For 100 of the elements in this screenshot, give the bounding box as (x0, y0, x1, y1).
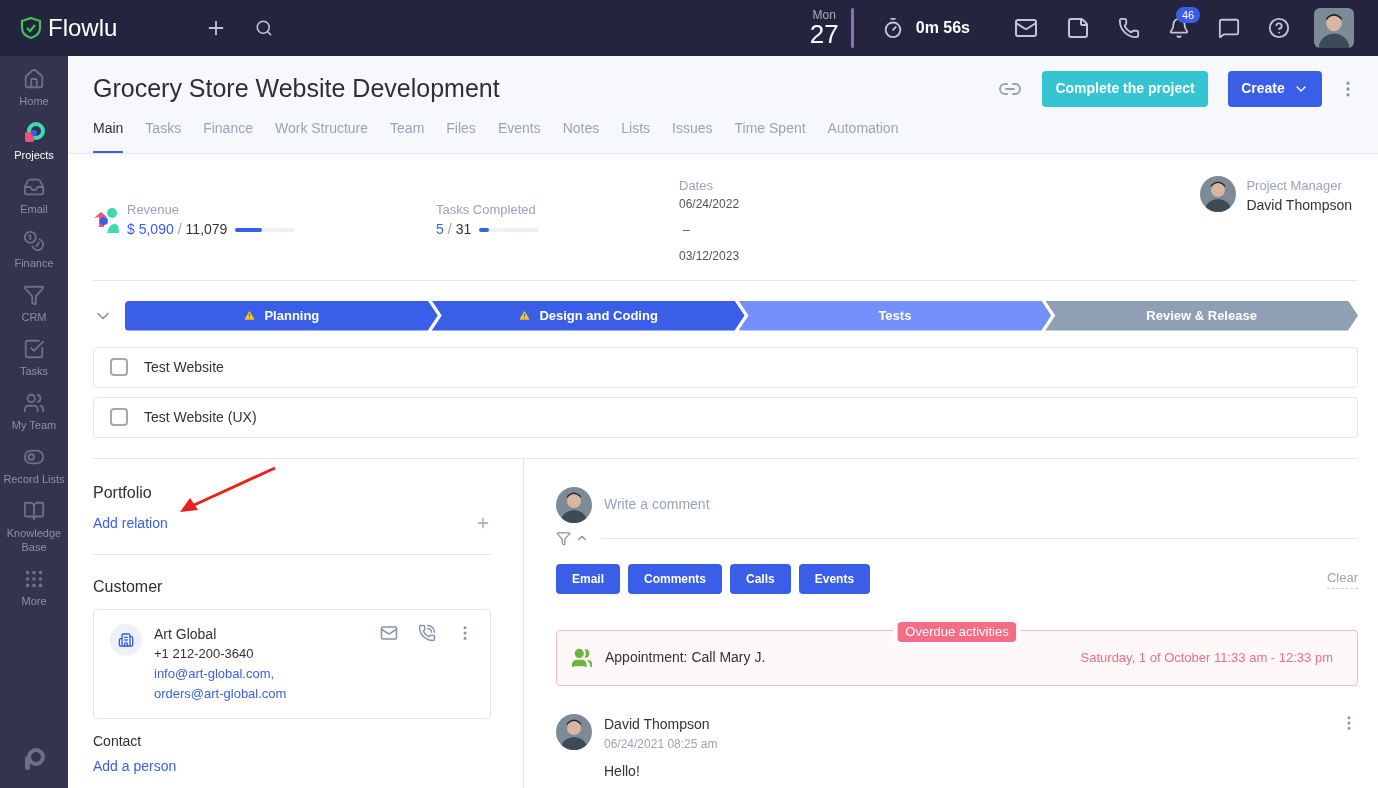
revenue-label: Revenue (127, 200, 181, 219)
warning-icon (518, 309, 532, 322)
tab[interactable]: Files (446, 113, 476, 153)
post-text: Hello! (604, 761, 641, 781)
separator: / (447, 220, 452, 239)
sidebar-item[interactable]: Email (0, 176, 68, 216)
filter-chip[interactable]: Events (798, 563, 871, 594)
start-date: 06/24/2022 (679, 196, 740, 213)
coins-icon (23, 230, 45, 252)
tab[interactable]: Automation (827, 113, 899, 153)
date-separator: – (683, 222, 691, 239)
complete-project-button[interactable]: Complete the project (1042, 70, 1208, 107)
sidebar-item[interactable]: Knowledge Base (0, 500, 68, 554)
sidebar-item[interactable]: Tasks (0, 338, 68, 378)
logo-text: Flowlu (48, 13, 118, 43)
tab[interactable]: Team (390, 113, 425, 153)
revenue-amount: $ 5,090 (127, 220, 174, 239)
projects-icon (23, 122, 45, 144)
weekday: Mon (812, 9, 836, 21)
building-icon (118, 631, 134, 648)
avatar (556, 486, 592, 523)
people-icon (23, 392, 45, 414)
checklist-label: Test Website (144, 357, 224, 377)
add-relation-link[interactable]: Add relation (93, 512, 168, 534)
checkbox-icon (23, 338, 45, 360)
filter-chip[interactable]: Calls (730, 563, 791, 594)
tab[interactable]: Lists (621, 113, 651, 153)
sidebar-item[interactable]: Home (0, 68, 68, 108)
end-date: 03/12/2023 (679, 248, 740, 265)
timer-text: 0m 56s (915, 18, 970, 38)
separator: / (177, 220, 182, 239)
checkbox[interactable] (110, 408, 128, 426)
help-icon[interactable] (1268, 17, 1290, 39)
notification-icon[interactable] (1168, 17, 1190, 39)
home-icon (23, 68, 45, 90)
warning-icon (243, 309, 257, 322)
filter-chip[interactable]: Comments (628, 563, 723, 594)
dates-label: Dates (679, 176, 714, 195)
sidebar-item[interactable]: Projects (0, 122, 68, 162)
search-icon[interactable] (255, 19, 274, 37)
checkbox[interactable] (110, 358, 128, 376)
funnel-icon (23, 284, 45, 306)
customer-title: Customer (93, 576, 164, 597)
logo-icon (20, 16, 42, 40)
brand-icon (23, 748, 45, 772)
contact-title: Contact (93, 731, 143, 751)
note-icon[interactable] (1066, 16, 1090, 40)
checklist-label: Test Website (UX) (144, 407, 257, 427)
manager-label: Project Manager (1246, 176, 1343, 195)
tasks-total: 31 (455, 220, 472, 239)
sidebar-item[interactable]: Record Lists (0, 446, 68, 486)
post-author: David Thompson (604, 714, 711, 734)
appointment-title: Appointment: Call Mary J. (605, 648, 766, 667)
tab[interactable]: Work Structure (274, 113, 369, 153)
appointment-time: Saturday, 1 of October 11:33 am - 12:33 pm (1080, 648, 1333, 667)
tab[interactable]: Tasks (145, 113, 182, 153)
clear-button[interactable]: Clear (1326, 568, 1358, 589)
avatar (1314, 8, 1354, 48)
grid-icon (23, 568, 45, 590)
create-button[interactable]: Create (1228, 70, 1322, 107)
manager-name: David Thompson (1246, 196, 1352, 215)
stage-step[interactable]: Design and Coding (431, 300, 745, 331)
filter-chip[interactable]: Email (556, 563, 620, 594)
mail-icon[interactable] (1014, 16, 1038, 40)
tab[interactable]: Events (497, 113, 541, 153)
inbox-icon (23, 176, 45, 198)
tab[interactable]: Time Spent (734, 113, 806, 153)
customer-name: Art Global (154, 624, 218, 644)
notification-badge: 46 (1176, 7, 1201, 23)
tab[interactable]: Finance (203, 113, 253, 153)
revenue-total: 11,079 (185, 220, 228, 239)
tasks-label: Tasks Completed (436, 200, 537, 219)
chat-icon[interactable] (1218, 17, 1240, 39)
tab[interactable]: Notes (562, 113, 600, 153)
portfolio-title: Portfolio (93, 482, 153, 503)
people-icon (571, 646, 593, 669)
sidebar-item[interactable]: CRM (0, 284, 68, 324)
tasks-done: 5 (436, 220, 444, 239)
stage-step[interactable]: Tests (738, 300, 1052, 331)
project-title: Grocery Store Website Development (93, 73, 500, 104)
tab[interactable]: Issues (672, 113, 713, 153)
stage-step[interactable]: Planning (125, 300, 438, 331)
email-link[interactable]: orders@art-global.com (154, 683, 287, 704)
phone-icon[interactable] (1118, 17, 1140, 39)
avatar (1200, 175, 1237, 212)
filter-icon[interactable] (556, 530, 571, 546)
comment-field[interactable]: Write a comment (604, 494, 1358, 515)
revenue-icon (93, 206, 119, 233)
tab[interactable]: Main (93, 113, 124, 153)
post-time: 06/24/2021 08:25 am (604, 735, 718, 753)
sidebar-item[interactable]: More (0, 568, 68, 608)
book-icon (23, 500, 45, 522)
customer-phone: +1 212-200-3640 (154, 644, 255, 663)
day-number: 27 (809, 21, 839, 47)
add-person-link[interactable]: Add a person (93, 755, 491, 777)
avatar (556, 713, 592, 750)
sidebar-item[interactable]: My Team (0, 392, 68, 432)
email-link[interactable]: info@art-global.com, (154, 663, 287, 684)
sidebar-item[interactable]: Finance (0, 230, 68, 270)
stage-step[interactable]: Review & Release (1045, 300, 1358, 331)
